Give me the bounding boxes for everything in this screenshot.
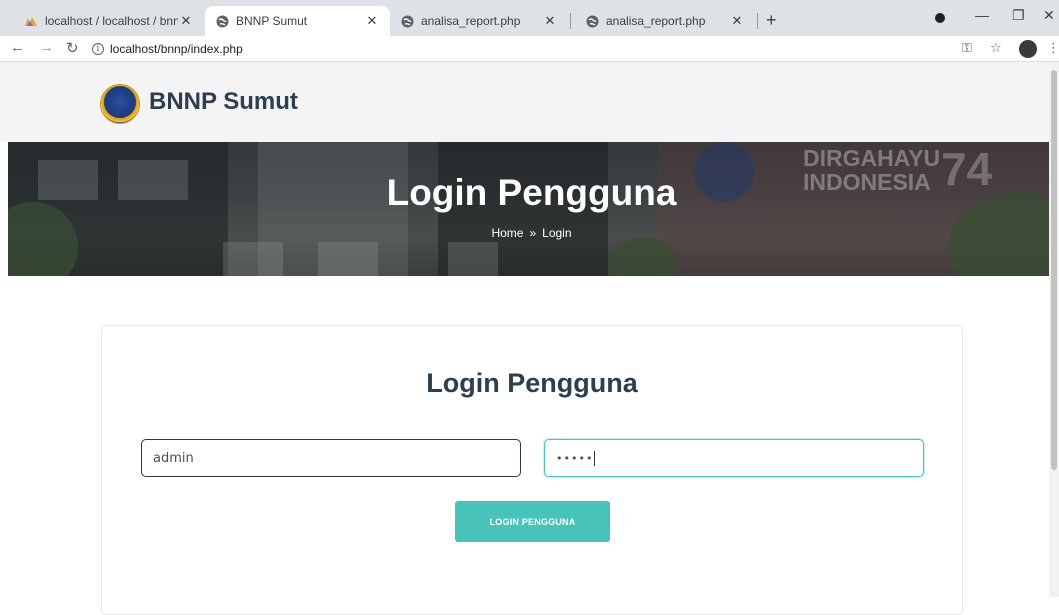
globe-icon — [215, 14, 229, 28]
breadcrumb: Home » Login — [8, 226, 1055, 240]
bnn-logo-icon[interactable] — [101, 85, 139, 123]
hero-title: Login Pengguna — [386, 172, 677, 213]
scrollbar-thumb[interactable] — [1051, 70, 1057, 470]
tab-title: localhost / localhost / bnnp | php — [45, 14, 178, 28]
browser-toolbar: ← → ↻ i localhost/bnnp/index.php ⚿ ☆ ⋮ — [0, 36, 1059, 62]
close-icon[interactable]: ✕ — [364, 13, 380, 29]
key-icon[interactable]: ⚿ — [962, 40, 972, 56]
breadcrumb-current: Login — [542, 226, 572, 240]
globe-icon — [400, 14, 414, 28]
reload-icon[interactable]: ↻ — [66, 39, 79, 57]
tab-separator — [570, 13, 571, 29]
phpmyadmin-icon — [24, 14, 38, 28]
password-field[interactable]: ••••• — [544, 439, 924, 477]
text-caret — [594, 450, 596, 466]
back-arrow-icon[interactable]: ← — [10, 39, 25, 56]
login-button[interactable]: LOGIN PENGGUNA — [455, 501, 610, 542]
login-card: Login Pengguna admin ••••• LOGIN PENGGUN… — [101, 325, 963, 615]
star-icon[interactable]: ☆ — [990, 40, 1002, 56]
tab-analisa-report-2[interactable]: analisa_report.php ✕ — [575, 6, 755, 36]
password-value: ••••• — [556, 451, 594, 465]
record-indicator-icon[interactable] — [935, 13, 945, 23]
tab-analisa-report-1[interactable]: analisa_report.php ✕ — [390, 6, 568, 36]
info-icon[interactable]: i — [92, 43, 104, 55]
hero-banner: DIRGAHAYU INDONESIA 74 Login Pengguna Ho… — [8, 142, 1055, 276]
breadcrumb-home[interactable]: Home — [491, 226, 523, 240]
forward-arrow-icon[interactable]: → — [39, 39, 54, 56]
tab-bnnp-sumut[interactable]: BNNP Sumut ✕ — [205, 6, 390, 36]
globe-icon — [585, 14, 599, 28]
site-name[interactable]: BNNP Sumut — [149, 88, 298, 116]
tab-separator — [757, 13, 758, 29]
username-field[interactable]: admin — [141, 439, 521, 477]
close-icon[interactable]: ✕ — [542, 13, 558, 29]
close-icon[interactable]: ✕ — [178, 13, 194, 29]
close-icon[interactable]: ✕ — [729, 13, 745, 29]
site-header: BNNP Sumut — [0, 62, 1059, 142]
tab-title: analisa_report.php — [421, 14, 521, 28]
login-title: Login Pengguna — [426, 368, 638, 398]
minimize-icon[interactable]: — — [975, 7, 989, 23]
address-bar[interactable]: i localhost/bnnp/index.php — [92, 39, 952, 59]
restore-icon[interactable]: ❐ — [1012, 7, 1025, 24]
url-text: localhost/bnnp/index.php — [110, 42, 243, 56]
new-tab-button[interactable]: + — [766, 10, 777, 31]
breadcrumb-separator: » — [529, 226, 537, 240]
tab-title: BNNP Sumut — [236, 14, 308, 28]
tab-phpmyadmin[interactable]: localhost / localhost / bnnp | php ✕ — [14, 6, 204, 36]
username-value: admin — [153, 450, 194, 466]
browser-tab-strip: localhost / localhost / bnnp | php ✕ BNN… — [0, 0, 1059, 36]
menu-dots-icon[interactable]: ⋮ — [1047, 40, 1059, 56]
window-close-icon[interactable]: ✕ — [1043, 7, 1055, 24]
profile-avatar[interactable] — [1019, 40, 1037, 58]
tab-title: analisa_report.php — [606, 14, 706, 28]
